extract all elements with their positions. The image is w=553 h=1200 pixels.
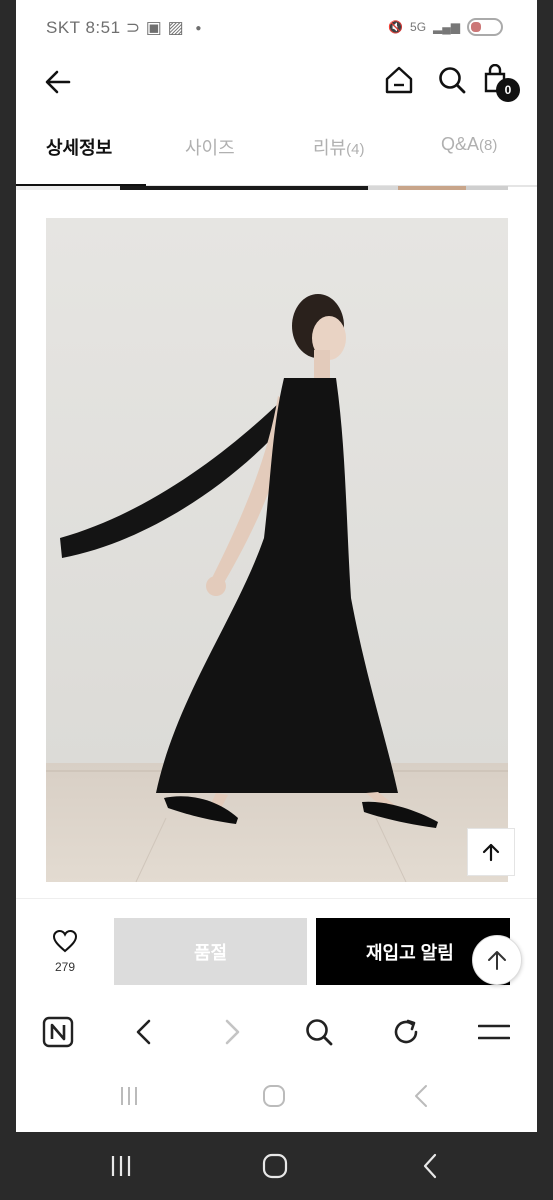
browser-toolbar [16,1002,537,1062]
heart-icon [52,929,78,953]
floating-scroll-top-button[interactable] [472,935,522,985]
prev-image-strip [16,186,120,190]
arrow-up-icon [482,843,500,862]
home-button[interactable] [383,64,415,96]
chevron-right-icon [225,1019,240,1045]
carrier-time: SKT 8:51 [46,18,121,37]
top-header: 0 [16,56,537,112]
status-right: 🔇 5G ▂▄▆ [388,18,503,36]
tab-size[interactable]: 사이즈 [185,134,235,160]
browser-refresh-button[interactable] [388,1014,424,1050]
like-button[interactable]: 279 [42,929,88,974]
app-screen: SKT 8:51 ⊃ ▣ ▨ ● 🔇 5G ▂▄▆ 0 상세정보 사이즈 리뷰(… [16,0,537,1132]
recents-button[interactable] [109,1082,149,1110]
dot-icon: ● [195,23,202,35]
back-nav-icon [423,1153,437,1179]
naver-n-icon [42,1016,74,1048]
back-nav-icon [415,1085,427,1107]
hamburger-menu-icon [478,1024,510,1040]
browser-forward-button[interactable] [214,1014,250,1050]
chevron-left-icon [136,1019,151,1045]
cart-count-badge: 0 [496,78,520,102]
prev-image-strip-light [368,186,398,190]
search-button[interactable] [436,64,468,96]
recents-icon [121,1087,137,1105]
outer-system-nav [0,1132,553,1200]
tab-size-label: 사이즈 [185,138,235,158]
tab-detail[interactable]: 상세정보 [46,134,112,160]
battery-icon [467,18,503,36]
home-nav-icon [263,1085,285,1107]
outer-back-button[interactable] [410,1152,450,1180]
tab-detail-label: 상세정보 [46,138,113,158]
home-nav-icon [262,1153,288,1179]
tab-review[interactable]: 리뷰(4) [313,134,364,160]
network-label: 5G [410,20,427,34]
mute-icon: 🔇 [388,20,404,34]
soldout-button[interactable]: 품절 [114,918,307,985]
outer-recents-button[interactable] [101,1152,141,1180]
search-icon [439,67,466,94]
naver-home-button[interactable] [40,1014,76,1050]
back-nav-button[interactable] [401,1082,441,1110]
outer-home-button[interactable] [255,1152,295,1180]
tab-qna[interactable]: Q&A(8) [441,134,497,155]
product-photo [46,218,508,882]
tab-review-count: (4) [346,141,365,158]
status-bar: SKT 8:51 ⊃ ▣ ▨ ● 🔇 5G ▂▄▆ [16,0,537,56]
purchase-action-bar: 279 품절 재입고 알림 [16,898,537,994]
tab-review-label: 리뷰 [313,138,347,158]
arrow-up-icon [488,951,506,970]
back-button[interactable] [40,64,76,100]
notification-icons: ⊃ ▣ ▨ [125,18,185,37]
home-nav-button[interactable] [254,1082,294,1110]
like-count: 279 [54,960,76,974]
tab-qna-label: Q&A [441,134,480,154]
tab-qna-count: (8) [479,137,498,154]
status-left: SKT 8:51 ⊃ ▣ ▨ ● [46,18,202,38]
prev-image-strip-end [466,186,508,190]
scroll-to-top-button[interactable] [467,828,515,876]
prev-image-strip-dark [120,186,368,190]
arrow-left-icon [45,70,71,94]
browser-menu-button[interactable] [476,1014,512,1050]
signal-icon: ▂▄▆ [433,20,460,34]
model-in-black-dress-image [46,218,508,882]
refresh-icon [394,1019,418,1044]
browser-back-button[interactable] [126,1014,162,1050]
detail-tabs: 상세정보 사이즈 리뷰(4) Q&A(8) [16,124,537,188]
browser-search-button[interactable] [301,1014,337,1050]
inner-system-nav [16,1066,537,1126]
cart-button[interactable]: 0 [480,64,520,104]
home-icon [385,66,413,94]
search-icon [306,1019,333,1046]
prev-image-strip-warm [398,186,466,190]
recents-icon [111,1156,131,1176]
